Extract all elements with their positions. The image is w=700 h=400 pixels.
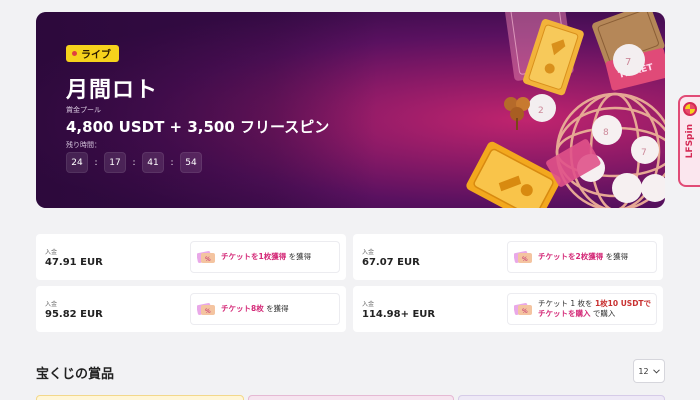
reward-suffix: を獲得	[263, 303, 289, 313]
lottery-title: 月間ロト	[66, 78, 159, 103]
timer-minutes: 41	[142, 152, 164, 173]
lottery-banner: TICKET 7 2 8 7	[36, 12, 665, 208]
live-badge-label: ライブ	[81, 50, 111, 61]
prize-card[interactable]	[458, 395, 665, 400]
svg-text:%: %	[522, 256, 528, 263]
deposit-tier-card: 入金 114.98+ EUR % チケット 1 枚を 1枚10 USDTで チケ…	[353, 286, 663, 332]
svg-text:%: %	[205, 256, 211, 263]
timer-seconds: 54	[180, 152, 202, 173]
reward-text: チケットを2枚獲得 を獲得	[538, 252, 628, 262]
reward-price-highlight: 1枚10 USDTで	[594, 298, 652, 308]
clover-art	[504, 97, 530, 130]
svg-text:8: 8	[603, 128, 609, 138]
reward-text: チケット 1 枚を 1枚10 USDTで チケットを購入 で購入	[538, 299, 651, 319]
timer-separator: :	[170, 157, 174, 168]
ticket-art-gold	[466, 141, 561, 208]
reward-box: % チケットを1枚獲得 を獲得	[190, 241, 340, 273]
reward-highlight: チケットを1枚獲得	[221, 251, 287, 261]
deposit-label: 入金	[362, 301, 375, 308]
lfspin-side-tab[interactable]: LFSpin	[678, 95, 700, 187]
ticket-icon: %	[197, 251, 215, 263]
prize-pool-value: 4,800 USDT + 3,500 フリースピン	[66, 118, 330, 136]
deposit-label: 入金	[45, 249, 58, 256]
ball-6	[641, 174, 665, 202]
timer-hours: 17	[104, 152, 126, 173]
reward-text: チケット8枚 を獲得	[221, 304, 289, 314]
deposit-amount: 47.91 EUR	[45, 257, 103, 268]
wheel-icon	[683, 102, 697, 116]
reward-box: % チケット8枚 を獲得	[190, 293, 340, 325]
ticket-icon: %	[514, 251, 532, 263]
reward-box: % チケット 1 枚を 1枚10 USDTで チケットを購入 で購入	[507, 293, 657, 325]
prizes-section-title: 宝くじの賞品	[36, 367, 115, 382]
timer-separator: :	[132, 157, 136, 168]
lottery-artwork: TICKET 7 2 8 7	[466, 12, 665, 208]
svg-text:7: 7	[625, 57, 631, 68]
deposit-amount: 95.82 EUR	[45, 309, 103, 320]
countdown-timer: 24 : 17 : 41 : 54	[66, 152, 202, 173]
items-per-page-value: 12	[638, 366, 649, 376]
prize-card[interactable]	[248, 395, 454, 400]
timer-days: 24	[66, 152, 88, 173]
ball-5	[612, 173, 642, 203]
live-badge: ライブ	[66, 45, 119, 62]
reward-highlight: チケット8枚	[221, 303, 264, 313]
items-per-page-select[interactable]: 12	[633, 359, 665, 383]
svg-text:7: 7	[641, 148, 647, 158]
deposit-tier-card: 入金 67.07 EUR % チケットを2枚獲得 を獲得	[353, 234, 663, 280]
deposit-tier-card: 入金 47.91 EUR % チケットを1枚獲得 を獲得	[36, 234, 346, 280]
prize-pool-label: 賞金プール	[66, 106, 101, 114]
lfspin-label: LFSpin	[685, 124, 695, 159]
deposit-amount: 67.07 EUR	[362, 257, 420, 268]
deposit-tier-card: 入金 95.82 EUR % チケット8枚 を獲得	[36, 286, 346, 332]
deposit-amount: 114.98+ EUR	[362, 309, 436, 320]
live-dot-icon	[72, 51, 77, 56]
svg-text:2: 2	[538, 106, 544, 116]
deposit-label: 入金	[362, 249, 375, 256]
buy-ticket-link[interactable]: チケットを購入	[538, 309, 591, 318]
ticket-icon: %	[514, 303, 532, 315]
chevron-down-icon	[652, 368, 660, 374]
prize-card[interactable]	[36, 395, 244, 400]
svg-text:%: %	[205, 308, 211, 315]
timer-separator: :	[94, 157, 98, 168]
reward-text: チケットを1枚獲得 を獲得	[221, 252, 311, 262]
svg-text:%: %	[522, 308, 528, 315]
reward-line2-suffix: で購入	[590, 309, 616, 318]
reward-suffix: を獲得	[286, 251, 312, 261]
reward-suffix: を獲得	[603, 251, 629, 261]
reward-highlight: チケットを2枚獲得	[538, 251, 604, 261]
reward-line1-prefix: チケット 1 枚を	[538, 298, 595, 308]
deposit-label: 入金	[45, 301, 58, 308]
reward-box: % チケットを2枚獲得 を獲得	[507, 241, 657, 273]
ticket-icon: %	[197, 303, 215, 315]
time-remaining-label: 残り時間：	[66, 141, 101, 149]
